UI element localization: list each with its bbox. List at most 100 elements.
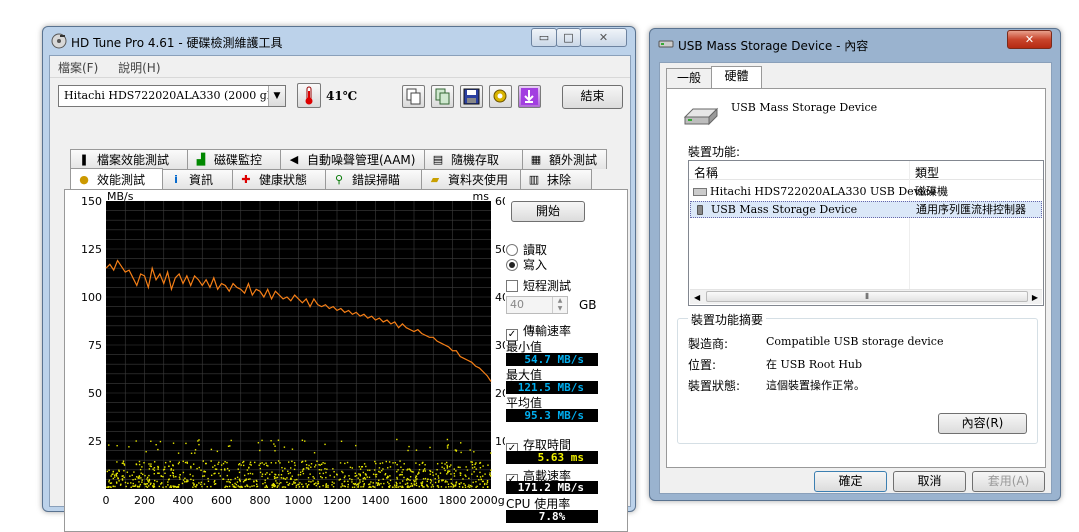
minimize-button[interactable]: ▭ <box>531 28 557 47</box>
access-time-point <box>442 479 444 481</box>
horizontal-scrollbar[interactable]: ◀ ⦀ ▶ <box>690 289 1042 304</box>
access-time-point <box>414 483 416 486</box>
access-time-point <box>134 478 137 480</box>
access-time-point <box>305 483 307 485</box>
benchmark-panel: 1501251007550256050403020100200400600800… <box>64 189 628 532</box>
save-icon[interactable] <box>460 85 483 108</box>
write-radio[interactable]: 寫入 <box>506 256 547 273</box>
access-time-point <box>210 448 213 451</box>
access-time-point <box>170 485 172 487</box>
access-time-point <box>475 462 477 464</box>
maximize-button[interactable]: □ <box>556 28 581 47</box>
tab-health[interactable]: ✚ 健康狀態 <box>232 169 326 189</box>
col-type-header[interactable]: 類型 <box>915 164 939 181</box>
tab-random-access[interactable]: ▤ 隨機存取 <box>424 149 523 169</box>
access-time-point <box>376 484 379 487</box>
access-time-point <box>165 486 167 488</box>
access-time-point <box>341 485 344 487</box>
col-name-header[interactable]: 名稱 <box>694 164 718 181</box>
spinner-arrows-icon[interactable]: ▲ ▼ <box>552 297 567 313</box>
access-time-point <box>240 464 242 466</box>
access-time-point <box>276 482 278 484</box>
ok-button[interactable]: 確定 <box>814 471 887 492</box>
access-time-point <box>281 466 283 469</box>
scroll-thumb[interactable]: ⦀ <box>706 291 1028 302</box>
access-time-point <box>322 472 325 475</box>
benchmark-chart: 1501251007550256050403020100200400600800… <box>81 190 505 507</box>
scroll-left-icon[interactable]: ◀ <box>694 293 700 302</box>
close-button[interactable]: ✕ <box>580 28 627 47</box>
short-test-check[interactable] <box>506 280 518 292</box>
access-time-point <box>378 467 381 469</box>
scroll-right-icon[interactable]: ▶ <box>1032 293 1038 302</box>
cancel-button[interactable]: 取消 <box>893 471 966 492</box>
access-time-point <box>408 445 410 448</box>
access-time-point <box>475 486 477 488</box>
short-test-checkbox[interactable]: 短程測試 <box>506 277 571 294</box>
tab-extra-tests[interactable]: ▦ 額外測試 <box>522 149 607 169</box>
copy-icon[interactable] <box>402 85 425 108</box>
close-icon[interactable]: ✕ <box>1007 30 1052 49</box>
tab-benchmark[interactable]: ● 效能測試 <box>70 168 163 190</box>
properties-button[interactable]: 內容(R) <box>938 413 1027 434</box>
x-tick: 1400 <box>362 494 390 507</box>
access-time-point <box>424 477 427 480</box>
drive-select[interactable]: Hitachi HDS722020ALA330 (2000 gB) ▼ <box>58 85 286 107</box>
copy-all-icon[interactable] <box>431 85 454 108</box>
properties-titlebar[interactable]: USB Mass Storage Device - 內容 ✕ <box>650 29 1060 57</box>
write-radio-dot[interactable] <box>506 259 518 271</box>
access-time-point <box>237 468 239 470</box>
x-tick: 1800 <box>439 494 467 507</box>
access-time-point <box>322 484 324 487</box>
list-item[interactable]: USB Mass Storage Device 通用序列匯流排控制器 <box>690 201 1042 218</box>
access-time-point <box>372 485 374 488</box>
tab-hardware[interactable]: 硬體 <box>711 66 762 89</box>
access-time-point <box>210 460 212 462</box>
access-time-point <box>465 466 467 468</box>
apply-button[interactable]: 套用(A) <box>972 471 1045 492</box>
access-time-point <box>455 470 457 472</box>
start-button[interactable]: 開始 <box>511 201 585 222</box>
access-time-point <box>171 471 174 474</box>
menu-file[interactable]: 檔案(F) <box>50 56 106 76</box>
tab-folder-usage[interactable]: ▰ 資料夾使用 <box>421 169 521 189</box>
tab-error-scan[interactable]: ⚲ 錯誤掃瞄 <box>325 169 422 189</box>
access-time-point <box>247 473 249 475</box>
access-time-point <box>374 486 376 488</box>
access-time-point <box>145 451 147 453</box>
access-time-point <box>355 444 357 447</box>
tab-erase[interactable]: ▥ 抹除 <box>520 169 592 189</box>
access-time-point <box>307 483 310 486</box>
download-icon[interactable] <box>518 85 541 108</box>
access-time-point <box>152 468 154 470</box>
short-test-size-spinner[interactable]: 40 ▲ ▼ <box>506 296 568 314</box>
exit-button[interactable]: 結束 <box>562 85 623 109</box>
access-time-point <box>467 485 469 488</box>
hdtune-titlebar[interactable]: HD Tune Pro 4.61 - 硬碟檢測維護工具 ▭ □ ✕ <box>43 27 635 55</box>
access-time-point <box>306 485 309 487</box>
tab-general[interactable]: 一般 <box>666 68 712 89</box>
access-time-point <box>153 486 156 488</box>
access-time-point <box>446 481 448 483</box>
chevron-down-icon[interactable]: ▼ <box>268 86 285 106</box>
read-radio-dot[interactable] <box>506 244 518 256</box>
tab-file-benchmark[interactable]: ❚ 檔案效能測試 <box>70 149 188 169</box>
access-time-point <box>238 463 241 465</box>
list-item[interactable]: Hitachi HDS722020ALA330 USB Device 磁碟機 <box>690 184 1042 201</box>
access-time-point <box>251 473 254 475</box>
options-icon[interactable] <box>489 85 512 108</box>
tab-label: 錯誤掃瞄 <box>352 173 401 187</box>
menu-help[interactable]: 說明(H) <box>110 56 168 76</box>
access-time-point <box>112 473 114 475</box>
access-time-point <box>153 482 155 485</box>
access-time-point <box>302 485 304 488</box>
tab-info[interactable]: i 資訊 <box>162 169 233 189</box>
tab-aam[interactable]: ◀ 自動噪聲管理(AAM) <box>280 149 425 169</box>
access-time-point <box>446 473 448 475</box>
access-time-point <box>415 484 418 487</box>
functions-list[interactable]: 名稱 類型 Hitachi HDS722020ALA330 USB Device… <box>688 160 1044 306</box>
access-time-point <box>415 482 418 484</box>
access-time-point <box>124 481 127 484</box>
temperature-icon[interactable] <box>297 83 321 108</box>
tab-disk-monitor[interactable]: ▟ 磁碟監控 <box>187 149 281 169</box>
